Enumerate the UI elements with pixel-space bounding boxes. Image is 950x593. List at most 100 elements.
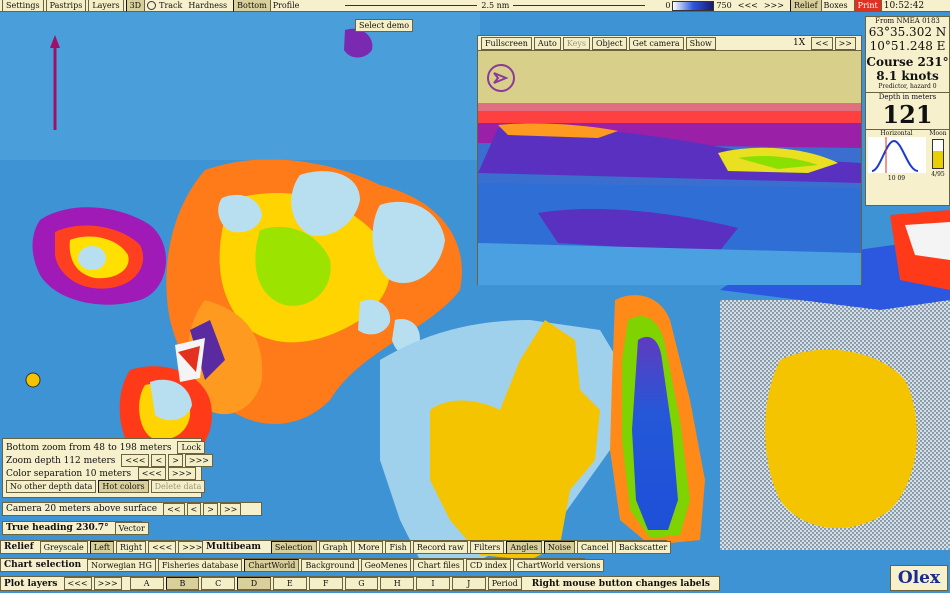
nav-right-button[interactable]: >>>: [764, 1, 784, 10]
zoom-back[interactable]: <: [151, 454, 167, 467]
nav-info-panel: From NMEA 0183 63°35.302 N 10°51.248 E C…: [865, 16, 950, 206]
chartworld-versions-button[interactable]: ChartWorld versions: [512, 558, 605, 572]
moon-value: 4/95: [931, 171, 945, 178]
moon-bar: [932, 139, 944, 169]
zoom-level: 1X: [793, 38, 806, 48]
camera-fast-down[interactable]: <<: [163, 502, 185, 516]
lock-button[interactable]: Lock: [177, 441, 205, 454]
filters-button[interactable]: Filters: [469, 540, 505, 554]
plot-layers-forward[interactable]: >>>: [93, 577, 122, 590]
camera-fast-up[interactable]: >>: [219, 502, 242, 516]
layer-a-button[interactable]: A: [129, 577, 164, 590]
profile-button[interactable]: Profile: [273, 1, 300, 10]
layer-b-button[interactable]: B: [165, 577, 200, 590]
camera-up[interactable]: >: [203, 502, 218, 516]
view-3d-toolbar: Fullscreen Auto Keys Object Get camera S…: [478, 36, 861, 50]
fish-button[interactable]: Fish: [385, 540, 411, 554]
scale-bar: 2.5 nm: [345, 1, 646, 10]
zoom-fast-forward[interactable]: >>>: [184, 454, 213, 467]
graph-button[interactable]: Graph: [318, 540, 352, 554]
depth-value: 121: [882, 100, 933, 129]
horizon-label: Horizontal: [880, 130, 913, 137]
multibeam-label: Multibeam: [206, 542, 261, 552]
plot-layers-back[interactable]: <<<: [63, 577, 92, 590]
get-camera-button[interactable]: Get camera: [628, 36, 684, 50]
backscatter-button[interactable]: Backscatter: [614, 540, 672, 554]
view-3d-render[interactable]: [478, 103, 861, 285]
chart-files-button[interactable]: Chart files: [413, 558, 464, 572]
pastrips-button[interactable]: Pastrips: [45, 0, 87, 12]
mode-3d-button[interactable]: 3D: [125, 0, 146, 12]
layer-g-button[interactable]: G: [344, 577, 379, 590]
keys-button[interactable]: Keys: [562, 36, 590, 50]
cd-index-button[interactable]: CD index: [465, 558, 511, 572]
moon-label: Moon: [929, 130, 947, 137]
bottom-button[interactable]: Bottom: [233, 0, 271, 12]
hot-colors-button[interactable]: Hot colors: [98, 480, 149, 493]
depth-color-gradient[interactable]: [672, 0, 715, 11]
layer-h-button[interactable]: H: [380, 577, 415, 590]
settings-button[interactable]: Settings: [2, 0, 44, 12]
latitude: 63°35.302 N: [868, 25, 947, 39]
norwegian-hg-button[interactable]: Norwegian HG: [87, 558, 156, 572]
geomenes-button[interactable]: GeoMenes: [360, 558, 412, 572]
depth-min: 0: [665, 1, 671, 10]
camera-label: Camera 20 meters above surface: [6, 504, 158, 514]
scale-label: 2.5 nm: [481, 1, 510, 10]
chartworld-button[interactable]: ChartWorld: [244, 558, 300, 572]
chart-selection-label: Chart selection: [4, 560, 82, 570]
longitude: 10°51.248 E: [869, 39, 946, 53]
print-button[interactable]: Print: [853, 0, 882, 12]
layer-i-button[interactable]: I: [416, 577, 450, 590]
delete-data-button[interactable]: Delete data: [150, 480, 206, 493]
relief-button[interactable]: Relief: [789, 0, 822, 12]
camera-down[interactable]: <: [186, 502, 202, 516]
background-button[interactable]: Background: [301, 558, 359, 572]
auto-button[interactable]: Auto: [533, 36, 561, 50]
select-demo-button[interactable]: Select demo: [355, 19, 414, 32]
label-hint: Right mouse button changes labels: [531, 578, 710, 589]
object-button[interactable]: Object: [591, 36, 627, 50]
track-icon[interactable]: [147, 1, 157, 10]
layer-e-button[interactable]: E: [272, 577, 307, 590]
next-button[interactable]: >>: [834, 36, 856, 50]
nav-left-button[interactable]: <<<: [738, 1, 758, 10]
plot-layers-bar: Plot layers <<< >>> A B C D E F G H I J …: [0, 576, 720, 591]
prev-button[interactable]: <<: [811, 36, 833, 50]
course: Course 231°: [866, 55, 949, 69]
relief-left-button[interactable]: Left: [89, 540, 115, 554]
no-other-depth-button[interactable]: No other depth data: [6, 480, 97, 493]
layer-f-button[interactable]: F: [308, 577, 343, 590]
compass-icon[interactable]: [486, 63, 516, 93]
color-sep-label: Color separation 10 meters: [6, 468, 132, 479]
layer-d-button[interactable]: D: [237, 577, 271, 590]
angles-button[interactable]: Angles: [506, 540, 542, 554]
cancel-button[interactable]: Cancel: [577, 540, 613, 554]
relief-back-button[interactable]: <<<: [148, 540, 177, 554]
layers-button[interactable]: Layers: [88, 0, 124, 12]
color-sep-back[interactable]: <<<: [137, 467, 166, 480]
vector-button[interactable]: Vector: [114, 521, 149, 535]
relief-label: Relief: [4, 542, 34, 552]
selection-button[interactable]: Selection: [270, 540, 317, 554]
relief-right-button[interactable]: Right: [116, 540, 147, 554]
layer-c-button[interactable]: C: [201, 577, 236, 590]
fullscreen-button[interactable]: Fullscreen: [481, 36, 532, 50]
greyscale-button[interactable]: Greyscale: [39, 540, 88, 554]
more-button[interactable]: More: [353, 540, 384, 554]
olex-logo[interactable]: Olex: [890, 565, 948, 591]
noise-button[interactable]: Noise: [543, 540, 576, 554]
hardness-button[interactable]: Hardness: [188, 1, 227, 10]
fisheries-database-button[interactable]: Fisheries database: [157, 558, 243, 572]
show-button[interactable]: Show: [685, 36, 716, 50]
color-sep-forward[interactable]: >>>: [167, 467, 196, 480]
olex-logo-text: Olex: [897, 568, 941, 588]
record-raw-button[interactable]: Record raw: [412, 540, 468, 554]
zoom-forward[interactable]: >: [168, 454, 183, 467]
boxes-button[interactable]: Boxes: [824, 1, 848, 10]
zoom-fast-back[interactable]: <<<: [121, 454, 150, 467]
layer-j-button[interactable]: J: [451, 577, 486, 590]
track-button[interactable]: Track: [159, 1, 182, 10]
period-button[interactable]: Period: [487, 577, 522, 590]
multibeam-bar: Multibeam Selection Graph More Fish Reco…: [202, 540, 672, 554]
